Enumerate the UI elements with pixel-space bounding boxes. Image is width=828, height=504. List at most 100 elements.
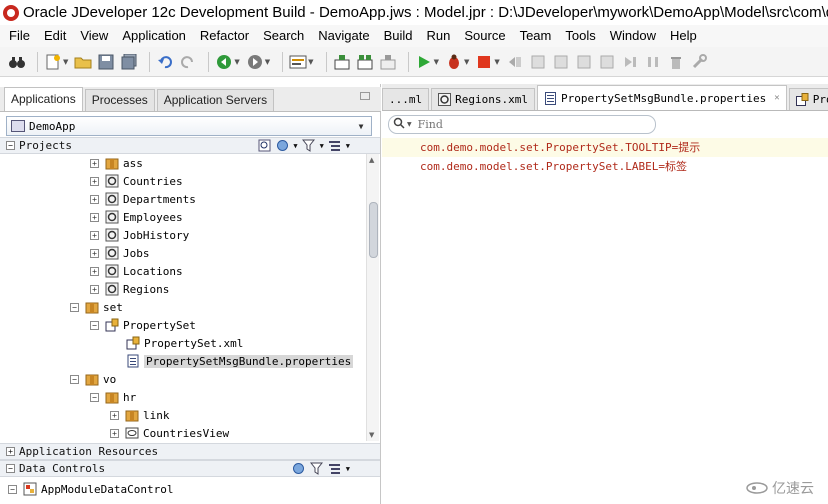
tab-applications[interactable]: Applications — [4, 87, 83, 111]
filter-icon[interactable] — [310, 462, 324, 475]
expand-icon[interactable]: + — [90, 194, 99, 204]
tree-node-regions[interactable]: + Regions — [90, 280, 169, 298]
forward-icon[interactable] — [246, 53, 264, 71]
step-icon[interactable] — [506, 53, 524, 71]
chevron-down-icon[interactable]: ▼ — [234, 58, 239, 66]
menu-team[interactable]: Team — [513, 26, 559, 46]
back-icon[interactable] — [215, 53, 233, 71]
sync-icon[interactable] — [275, 139, 289, 152]
application-resources-section-header[interactable]: + Application Resources — [0, 443, 380, 460]
stop-icon[interactable] — [475, 53, 493, 71]
tree-node-employees[interactable]: + Employees — [90, 208, 183, 226]
filter-icon[interactable] — [302, 139, 316, 152]
search-icon[interactable] — [257, 139, 271, 152]
chevron-down-icon[interactable]: ▼ — [308, 58, 313, 66]
expand-icon[interactable]: + — [90, 248, 99, 258]
menu-edit[interactable]: Edit — [37, 26, 73, 46]
collapse-icon[interactable]: − — [90, 320, 99, 330]
clean-icon[interactable] — [379, 53, 397, 71]
collapse-icon[interactable]: − — [70, 302, 79, 312]
collapse-icon[interactable]: − — [70, 374, 79, 384]
menu-run[interactable]: Run — [420, 26, 458, 46]
collapse-icon[interactable]: − — [6, 141, 15, 150]
tree-node-propertyset[interactable]: − PropertySet — [90, 316, 196, 334]
collapse-icon[interactable]: − — [6, 464, 15, 473]
expand-icon[interactable]: + — [90, 284, 99, 294]
menu-tools[interactable]: Tools — [558, 26, 602, 46]
tree-node-propertyset-xml[interactable]: PropertySet.xml — [126, 334, 243, 352]
tree-node-locations[interactable]: + Locations — [90, 262, 183, 280]
chevron-down-icon[interactable]: ▼ — [63, 58, 68, 66]
code-line[interactable]: com.demo.model.set.PropertySet.TOOLTIP=提… — [382, 138, 828, 157]
chevron-down-icon[interactable]: ▼ — [353, 119, 369, 133]
chevron-down-icon[interactable]: ▼ — [407, 121, 412, 128]
chevron-down-icon[interactable]: ▼ — [346, 465, 350, 473]
tree-node-jobs[interactable]: + Jobs — [90, 244, 150, 262]
tree-node-set[interactable]: − set — [70, 298, 123, 316]
tree-node-appmoduledatacontrol[interactable]: − AppModuleDataControl — [8, 480, 173, 498]
scroll-up-icon[interactable]: ▲ — [369, 156, 374, 164]
chevron-down-icon[interactable]: ▼ — [434, 58, 439, 66]
menu-navigate[interactable]: Navigate — [311, 26, 376, 46]
expand-icon[interactable]: + — [110, 410, 119, 420]
menu-refactor[interactable]: Refactor — [193, 26, 256, 46]
step-into-icon[interactable] — [552, 53, 570, 71]
chevron-down-icon[interactable]: ▼ — [464, 58, 469, 66]
editor-tab-ml[interactable]: ...ml — [382, 88, 430, 110]
chevron-down-icon[interactable]: ▼ — [346, 142, 350, 150]
tree-scrollbar[interactable]: ▲ ▼ — [366, 154, 379, 441]
pause-icon[interactable] — [644, 53, 662, 71]
rebuild-icon[interactable] — [356, 53, 374, 71]
scroll-thumb[interactable] — [369, 202, 378, 258]
close-icon[interactable]: ✕ — [774, 93, 779, 103]
application-selector[interactable]: DemoApp ▼ — [6, 116, 372, 136]
tree-node-departments[interactable]: + Departments — [90, 190, 196, 208]
expand-icon[interactable]: + — [90, 212, 99, 222]
menu-search[interactable]: Search — [256, 26, 311, 46]
tree-node-vo[interactable]: − vo — [70, 370, 116, 388]
collapse-icon[interactable]: − — [90, 392, 99, 402]
menu-file[interactable]: File — [2, 26, 37, 46]
wrench-icon[interactable] — [690, 53, 708, 71]
debug-icon[interactable] — [445, 53, 463, 71]
tree-node-ass[interactable]: + ass — [90, 154, 143, 172]
new-icon[interactable] — [44, 53, 62, 71]
menu-source[interactable]: Source — [457, 26, 512, 46]
data-controls-section-header[interactable]: − Data Controls ▼ — [0, 460, 380, 477]
run-icon[interactable] — [415, 53, 433, 71]
sql-icon[interactable] — [289, 53, 307, 71]
tree-node-link[interactable]: + link — [110, 406, 170, 424]
save-icon[interactable] — [97, 53, 115, 71]
expand-icon[interactable]: + — [90, 230, 99, 240]
editor-tab-regions-xml[interactable]: Regions.xml — [431, 88, 535, 110]
resume-icon[interactable] — [621, 53, 639, 71]
expand-icon[interactable]: + — [90, 266, 99, 276]
find-field[interactable]: ▼ — [388, 115, 656, 134]
tree-node-countries[interactable]: + Countries — [90, 172, 183, 190]
step-over-icon[interactable] — [529, 53, 547, 71]
working-sets-icon[interactable] — [328, 139, 342, 152]
tree-node-propertysetmsgbundle[interactable]: PropertySetMsgBundle.properties — [126, 352, 354, 370]
tab-application-servers[interactable]: Application Servers — [156, 89, 275, 111]
tree-node-countriesview[interactable]: + CountriesView — [110, 424, 229, 440]
open-folder-icon[interactable] — [74, 53, 92, 71]
tree-node-jobhistory[interactable]: + JobHistory — [90, 226, 189, 244]
code-line[interactable]: com.demo.model.set.PropertySet.LABEL=标签 — [420, 157, 687, 176]
projects-section-header[interactable]: − Projects ▼ ▼ ▼ — [0, 137, 380, 154]
expand-icon[interactable]: + — [6, 447, 15, 456]
scroll-down-icon[interactable]: ▼ — [369, 431, 374, 439]
menu-view[interactable]: View — [73, 26, 115, 46]
minimize-panel-icon[interactable] — [360, 92, 370, 100]
editor-tab-propertysetmsgbundle[interactable]: PropertySetMsgBundle.properties ✕ — [536, 85, 787, 110]
chevron-down-icon[interactable]: ▼ — [320, 142, 324, 150]
tree-node-hr[interactable]: − hr — [90, 388, 136, 406]
chevron-down-icon[interactable]: ▼ — [265, 58, 270, 66]
find-input[interactable] — [417, 118, 638, 131]
step-to-end-icon[interactable] — [598, 53, 616, 71]
chevron-down-icon[interactable]: ▼ — [293, 142, 297, 150]
menu-build[interactable]: Build — [377, 26, 420, 46]
expand-icon[interactable]: + — [90, 158, 99, 168]
trash-icon[interactable] — [667, 53, 685, 71]
tab-processes[interactable]: Processes — [84, 89, 155, 111]
binoculars-icon[interactable] — [8, 53, 26, 71]
